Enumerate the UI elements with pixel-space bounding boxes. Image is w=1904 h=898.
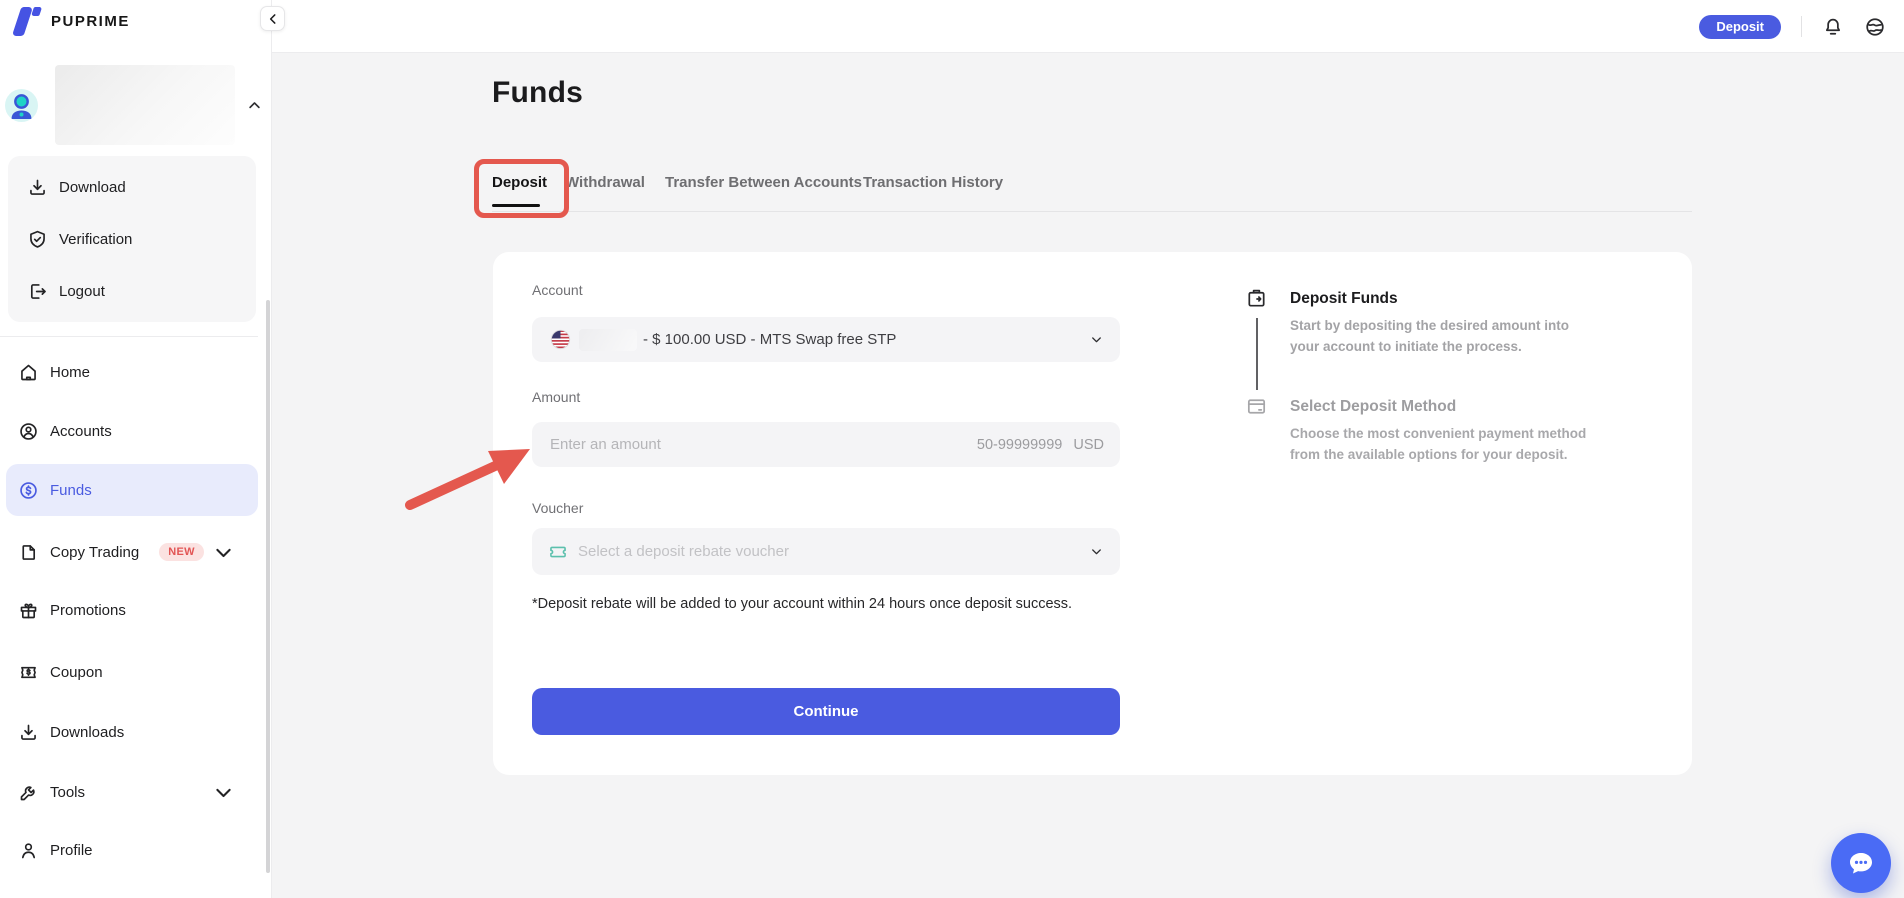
us-flag-icon xyxy=(550,329,571,350)
account-quick-menu: Download Verification Logout xyxy=(8,156,256,322)
dollar-circle-icon xyxy=(18,480,39,501)
wrench-icon xyxy=(18,782,39,803)
brand-name: PUPRIME xyxy=(51,13,130,30)
sidebar-item-coupon[interactable]: Coupon xyxy=(6,646,258,698)
tab-transaction-history[interactable]: Transaction History xyxy=(863,174,1003,191)
chevron-down-icon[interactable] xyxy=(213,542,234,563)
voucher-select[interactable]: Select a deposit rebate voucher xyxy=(532,528,1120,575)
user-profile-row[interactable] xyxy=(5,62,263,148)
sidebar-item-label: Profile xyxy=(50,842,93,859)
menu-item-verification[interactable]: Verification xyxy=(8,213,256,265)
new-badge: NEW xyxy=(159,543,204,561)
avatar xyxy=(5,89,38,122)
sidebar-item-accounts[interactable]: Accounts xyxy=(6,405,258,457)
tabs-divider xyxy=(492,211,1692,212)
chevron-up-icon[interactable] xyxy=(247,98,262,113)
amount-label: Amount xyxy=(532,389,580,405)
topbar-deposit-button[interactable]: Deposit xyxy=(1699,15,1781,39)
menu-item-download[interactable]: Download xyxy=(8,161,256,213)
amount-field[interactable]: 50-99999999 USD xyxy=(532,422,1120,467)
logout-icon xyxy=(27,281,48,302)
chevron-left-icon xyxy=(266,12,280,26)
topbar-actions: Deposit xyxy=(1699,0,1886,53)
sidebar-item-label: Downloads xyxy=(50,724,124,741)
user-circle-icon xyxy=(18,421,39,442)
topbar xyxy=(272,0,1904,53)
tab-withdrawal[interactable]: Withdrawal xyxy=(565,174,645,191)
sidebar-item-label: Accounts xyxy=(50,423,112,440)
download-icon xyxy=(18,722,39,743)
deposit-form-card: Account - $ 100.00 USD - MTS Swap free S… xyxy=(493,252,1692,775)
amount-currency: USD xyxy=(1073,437,1104,453)
shield-check-icon xyxy=(27,229,48,250)
notification-bell-icon[interactable] xyxy=(1822,16,1844,38)
sidebar-item-downloads[interactable]: Downloads xyxy=(6,706,258,758)
menu-item-label: Verification xyxy=(59,231,132,248)
sidebar-item-tools[interactable]: Tools xyxy=(6,766,258,818)
menu-item-label: Download xyxy=(59,179,126,196)
language-globe-icon[interactable] xyxy=(1864,16,1886,38)
voucher-ticket-icon xyxy=(548,542,568,562)
account-select[interactable]: - $ 100.00 USD - MTS Swap free STP xyxy=(532,317,1120,362)
rebate-note: *Deposit rebate will be added to your ac… xyxy=(532,596,1072,612)
sidebar-item-label: Tools xyxy=(50,784,85,801)
account-select-value: - $ 100.00 USD - MTS Swap free STP xyxy=(643,331,896,348)
voucher-placeholder: Select a deposit rebate voucher xyxy=(578,543,789,560)
sidebar-item-funds[interactable]: Funds xyxy=(6,464,258,516)
credit-card-icon xyxy=(1245,395,1268,418)
person-icon xyxy=(18,840,39,861)
account-label: Account xyxy=(532,282,583,298)
home-icon xyxy=(18,362,39,383)
deposit-box-icon xyxy=(1245,287,1268,310)
menu-item-label: Logout xyxy=(59,283,105,300)
gift-icon xyxy=(18,600,39,621)
chevron-down-icon xyxy=(1089,544,1104,559)
annotation-arrow xyxy=(400,433,545,518)
sidebar-item-label: Funds xyxy=(50,482,92,499)
sidebar-item-label: Promotions xyxy=(50,602,126,619)
app-window: PUPRIME Download Verification xyxy=(0,0,1904,898)
sidebar-item-copy-trading[interactable]: Copy Trading NEW xyxy=(6,526,258,578)
robot-avatar-icon xyxy=(5,89,38,122)
step-title-select-deposit-method: Select Deposit Method xyxy=(1290,398,1456,416)
chat-bubble-icon xyxy=(1845,847,1877,879)
chevron-down-icon[interactable] xyxy=(213,782,234,803)
sidebar-item-label: Copy Trading xyxy=(50,544,139,561)
sidebar-scrollbar[interactable] xyxy=(266,300,270,873)
amount-range: 50-99999999 xyxy=(977,437,1062,453)
topbar-divider xyxy=(1801,16,1802,37)
puprime-logo-icon xyxy=(11,7,42,36)
download-icon xyxy=(27,177,48,198)
sidebar-item-label: Coupon xyxy=(50,664,103,681)
annotation-highlight-box xyxy=(474,159,569,218)
step-title-deposit-funds: Deposit Funds xyxy=(1290,290,1398,308)
step-desc-select-deposit-method: Choose the most convenient payment metho… xyxy=(1290,424,1602,466)
amount-range-hint: 50-99999999 USD xyxy=(977,437,1104,453)
brand-logo: PUPRIME xyxy=(11,7,130,36)
redacted-account-number xyxy=(579,329,637,351)
redacted-username xyxy=(55,65,235,145)
sidebar-divider xyxy=(0,336,258,337)
step-connector-line xyxy=(1256,318,1258,390)
page-title: Funds xyxy=(492,76,583,110)
sidebar: PUPRIME Download Verification xyxy=(0,0,272,898)
coupon-ticket-icon xyxy=(18,662,39,683)
live-chat-button[interactable] xyxy=(1831,833,1891,893)
sidebar-item-profile[interactable]: Profile xyxy=(6,824,258,876)
step-desc-deposit-funds: Start by depositing the desired amount i… xyxy=(1290,316,1602,358)
sidebar-item-promotions[interactable]: Promotions xyxy=(6,584,258,636)
sidebar-item-label: Home xyxy=(50,364,90,381)
continue-button[interactable]: Continue xyxy=(532,688,1120,735)
sidebar-item-home[interactable]: Home xyxy=(6,346,258,398)
menu-item-logout[interactable]: Logout xyxy=(8,265,256,317)
tab-transfer-between-accounts[interactable]: Transfer Between Accounts xyxy=(665,174,862,191)
chevron-down-icon xyxy=(1089,332,1104,347)
sidebar-collapse-button[interactable] xyxy=(260,6,285,31)
copy-document-icon xyxy=(18,542,39,563)
